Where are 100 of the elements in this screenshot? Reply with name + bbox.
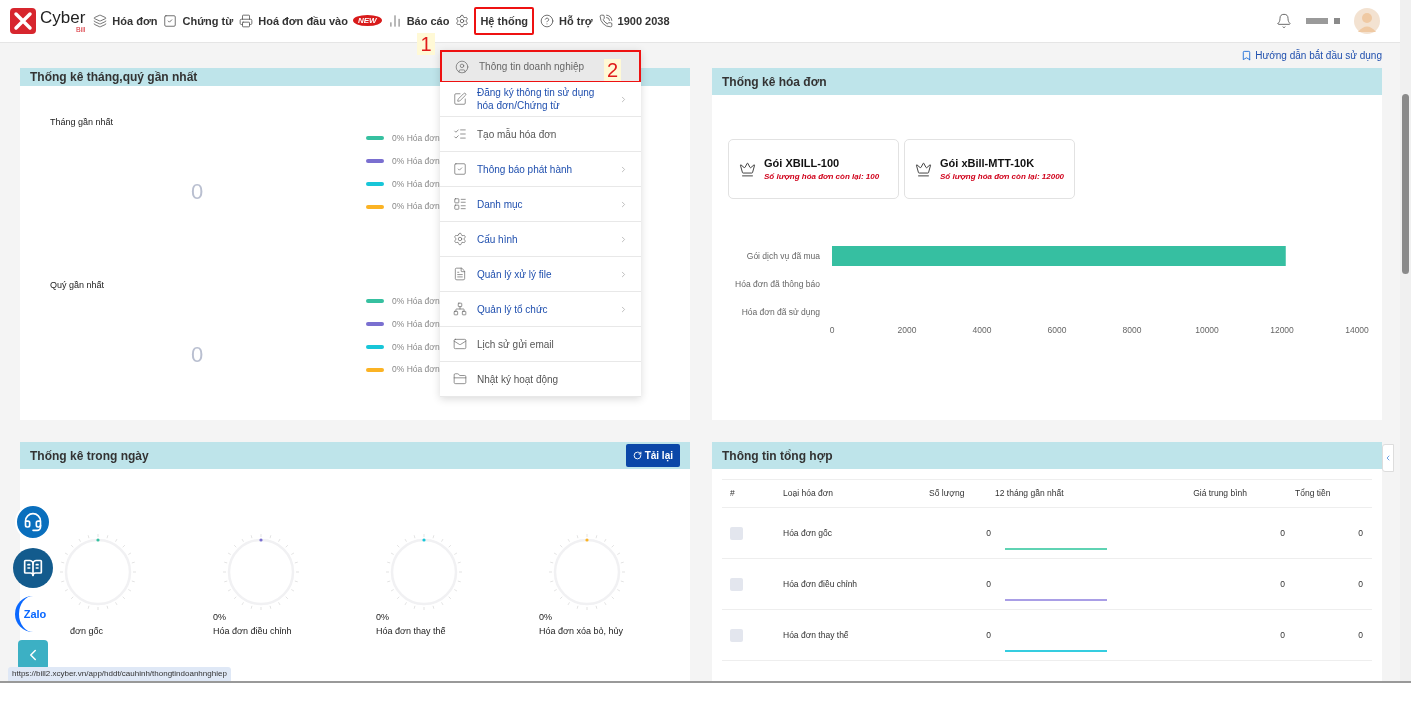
table-cell: 0: [1358, 527, 1363, 540]
logo-icon: [10, 7, 36, 34]
total-value: 0: [191, 177, 204, 206]
help-icon: [540, 13, 555, 28]
legend-label: 0% Hóa đơn: [392, 200, 440, 213]
org-chart-icon: [453, 302, 467, 316]
edit-icon: [453, 92, 467, 106]
axis-tick-label: 4000: [972, 325, 992, 335]
section-label: Tháng gần nhất: [50, 116, 115, 129]
section-label: Quý gần nhất: [50, 279, 106, 292]
row-checkbox[interactable]: [730, 578, 743, 591]
bar-chart-icon: [387, 13, 402, 28]
table-cell: 0: [1280, 629, 1285, 642]
nav-item[interactable]: Hỗ trợ: [559, 6, 593, 36]
axis-tick-label: 8000: [1122, 325, 1142, 335]
headset-icon: [23, 512, 43, 532]
column-header: Tổng tiền: [1294, 487, 1332, 500]
collapse-tab[interactable]: [1382, 444, 1394, 472]
table-cell-text: 0: [986, 578, 992, 591]
remaining-count: Số lượng hóa đơn còn lại: 100: [764, 171, 880, 184]
axis-tick-label: 6000: [1047, 325, 1067, 335]
package-name: Gói XBILL-100: [764, 155, 841, 171]
table-cell: 0: [1280, 578, 1285, 591]
list-icon: [453, 197, 467, 211]
user-icon: [455, 59, 469, 74]
row-checkbox[interactable]: [730, 527, 743, 540]
chevron-left-icon: [1384, 454, 1392, 462]
mail-icon: [453, 337, 467, 351]
panel-title: Thống kê trong ngày: [30, 447, 149, 465]
chevron-right-icon: [619, 234, 628, 244]
chevron-right-icon: [619, 164, 628, 174]
table-cell-text: Hóa đơn thay thế: [783, 629, 850, 642]
book-icon: [23, 558, 43, 578]
row-checkbox[interactable]: [730, 629, 743, 642]
nav-item[interactable]: Hệ thống: [474, 6, 535, 36]
table-cell: 0: [1280, 527, 1285, 540]
gauge-label: đơn gốc: [70, 624, 103, 638]
legend-label: 0% Hóa đơn: [392, 340, 440, 354]
masked-name-icon: [1306, 17, 1340, 24]
printer-icon: [239, 13, 254, 28]
panel-title: Thông tin tổng hợp: [722, 447, 833, 465]
table-cell-text: 0: [986, 629, 992, 642]
column-header: Loại hóa đơn: [783, 487, 834, 500]
settings-icon: [455, 13, 470, 28]
bell-icon[interactable]: [1276, 12, 1292, 29]
table-cell-text: 0: [986, 527, 992, 540]
axis-tick-label: 0: [829, 325, 835, 335]
panel-title: Thống kê tháng,quý gần nhất: [30, 69, 198, 86]
category-label: Hóa đơn đã sử dụng: [741, 307, 820, 317]
package-name: Gói xBill-MTT-10K: [940, 155, 1036, 171]
guide-link[interactable]: Hướng dẫn bắt đầu sử dụng: [1241, 47, 1382, 63]
bookmark-icon: [1241, 49, 1253, 61]
gauge-label: Hóa đơn thay thế: [376, 624, 446, 638]
chevron-right-icon: [619, 304, 628, 314]
document-icon: [453, 267, 467, 281]
total-value: 0: [191, 340, 204, 369]
legend-label: 0% Hóa đơn: [392, 177, 440, 191]
settings-icon: [453, 232, 467, 246]
avatar-icon[interactable]: [1354, 7, 1380, 34]
folder-icon: [453, 372, 467, 386]
gauge-label: Hóa đơn điều chỉnh: [213, 624, 292, 638]
chevron-right-icon: [619, 94, 628, 104]
column-header: Số lượng: [929, 487, 966, 500]
axis-tick-label: 12000: [1270, 325, 1294, 335]
legend-label: 0% Hóa đơn: [392, 317, 440, 331]
column-header: 12 tháng gần nhất: [995, 487, 1065, 500]
gauge-label: Hóa đơn xóa bỏ, hủy: [539, 624, 623, 638]
nav-item[interactable]: 1900 2038: [617, 6, 670, 36]
checkbox-icon: [163, 13, 178, 28]
legend-label: 0% Hóa đơn: [392, 154, 440, 168]
logo-text: Cyber: [40, 8, 86, 26]
table-cell-text: Hóa đơn điều chỉnh: [783, 578, 859, 591]
category-label: Hóa đơn đã thông báo: [735, 279, 820, 289]
checkbox-icon: [453, 162, 467, 176]
checklist-icon: [453, 127, 467, 141]
chevron-right-icon: [619, 199, 628, 209]
nav-item[interactable]: Hóa đơn: [112, 6, 158, 36]
collapse-button[interactable]: [18, 640, 48, 670]
refresh-icon: [632, 451, 642, 460]
table-cell: 0: [1358, 578, 1363, 591]
column-header: #: [730, 487, 736, 500]
category-label: Gói dịch vụ đã mua: [746, 251, 820, 261]
axis-tick-label: 2000: [897, 325, 917, 335]
guide-button[interactable]: [13, 548, 53, 588]
callout-number: 1: [417, 32, 435, 55]
status-url: https://bill2.xcyber.vn/app/hddt/cauhinh/thongtindoanhnghiep: [8, 667, 231, 681]
legend-label: 0% Hóa đơn: [392, 363, 440, 376]
legend-label: 0% Hóa đơn: [392, 295, 440, 308]
table-cell: 0: [1358, 629, 1363, 642]
nav-item[interactable]: Hoá đơn đầu vào: [258, 6, 348, 36]
table-cell-text: Hóa đơn gốc: [783, 527, 834, 540]
gauge-value: 0%: [213, 611, 227, 624]
crown-icon: [739, 160, 756, 178]
nav-item[interactable]: Chứng từ: [182, 6, 234, 36]
remaining-count: Số lượng hóa đơn còn lại: 12000: [940, 171, 1065, 184]
phone-icon: [598, 13, 613, 28]
axis-tick-label: 10000: [1195, 325, 1219, 335]
axis-tick-label: 14000: [1345, 325, 1369, 335]
reload-button[interactable]: Tải lại: [625, 444, 680, 467]
new-badge: NEW: [352, 15, 382, 27]
